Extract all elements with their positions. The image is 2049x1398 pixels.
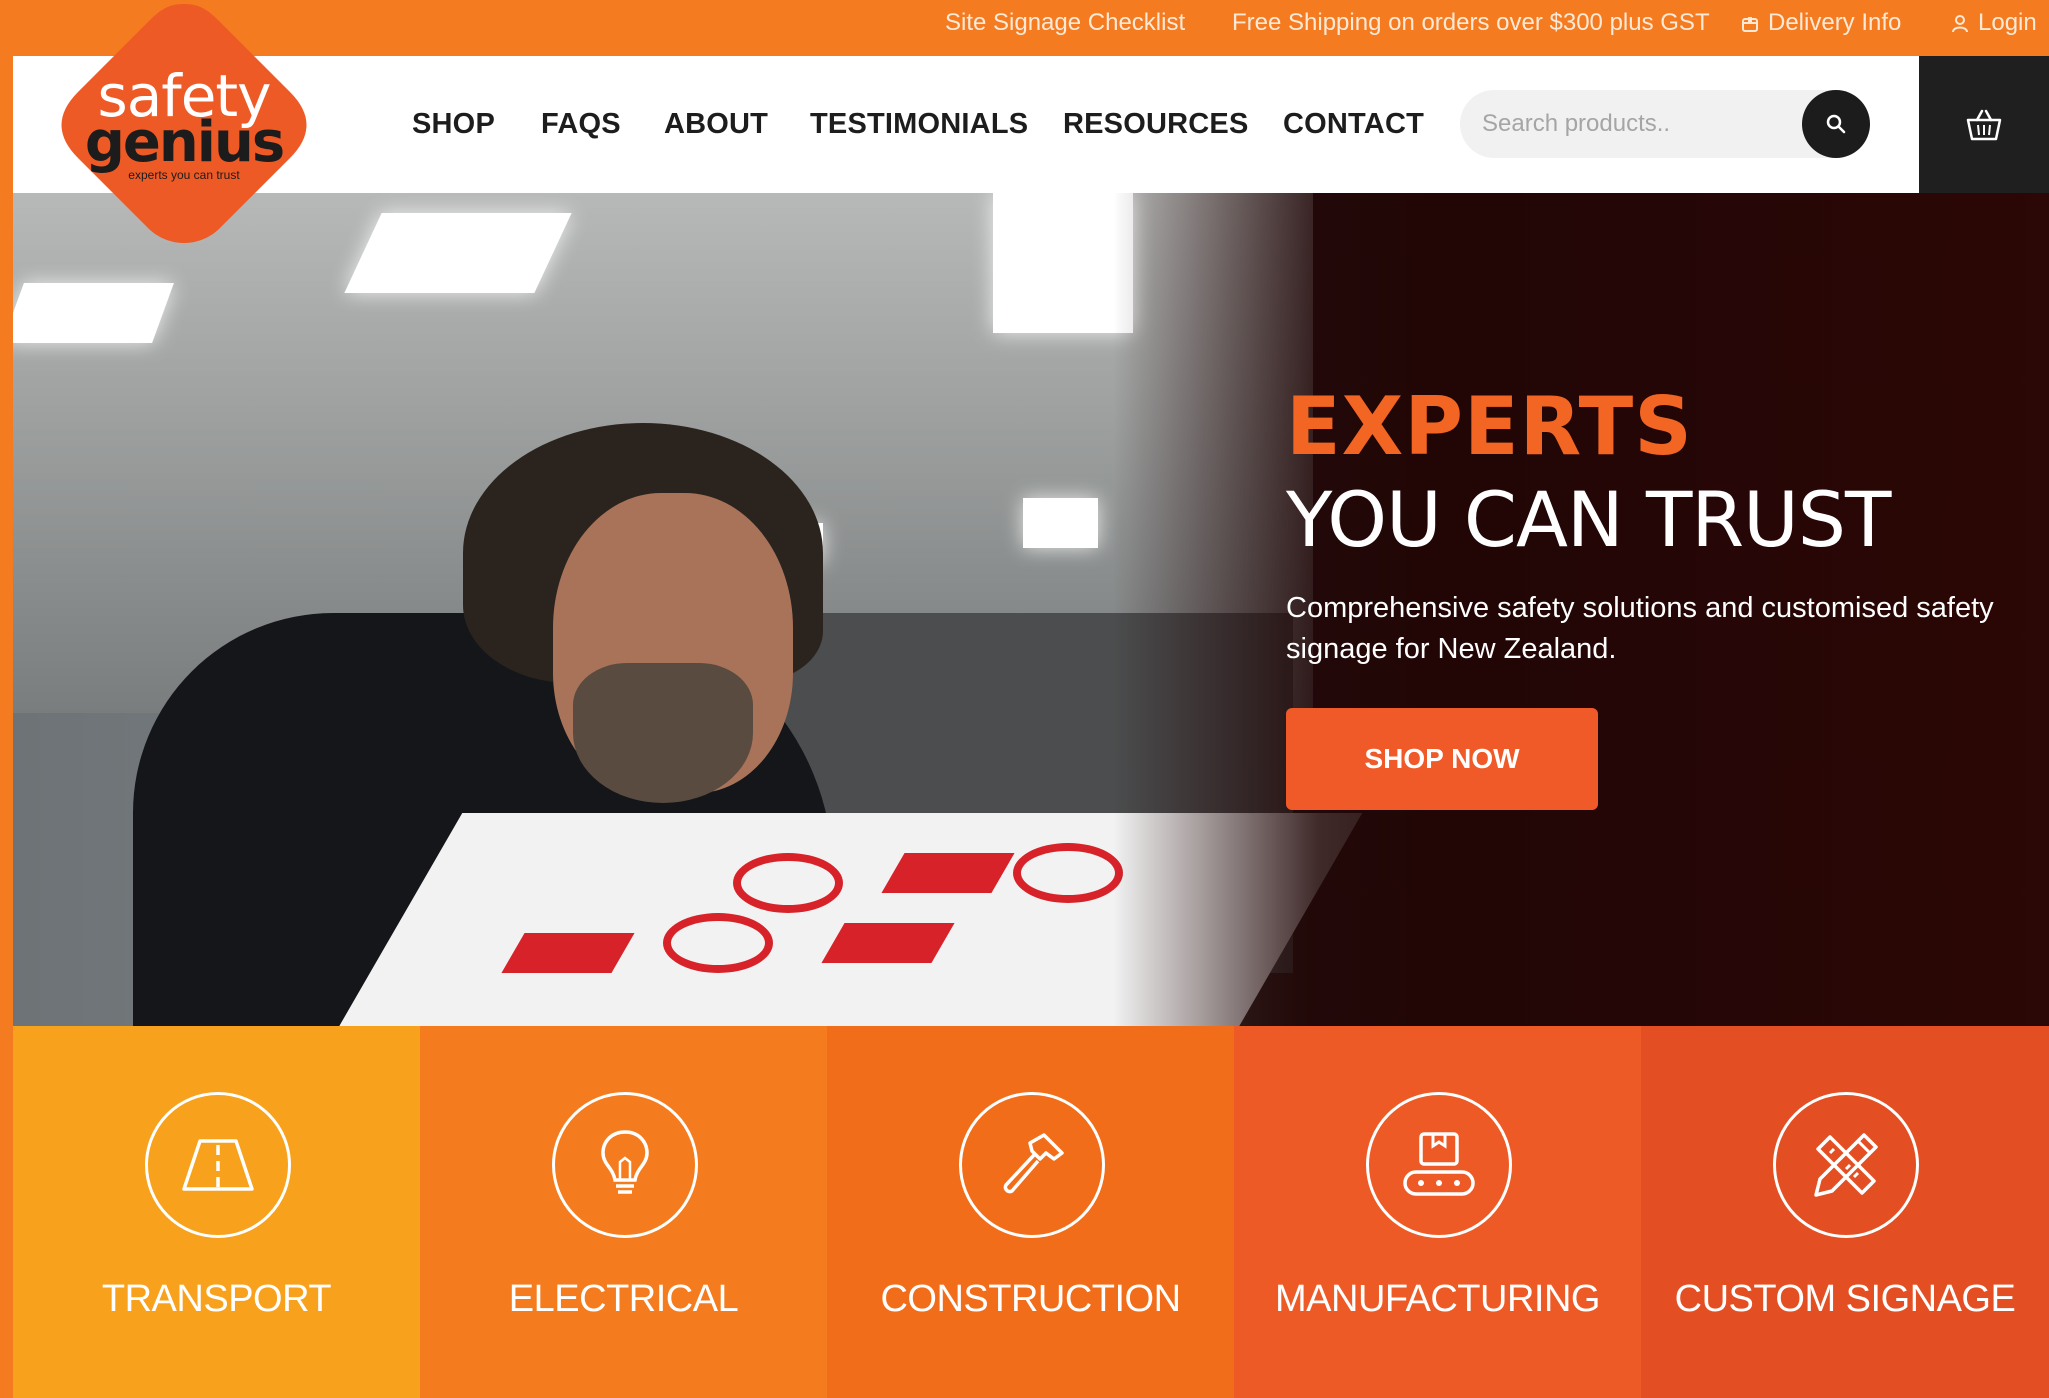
hero-photo-sign <box>1013 843 1123 903</box>
login-label: Login <box>1978 9 2037 36</box>
category-label: MANUFACTURING <box>1275 1278 1600 1320</box>
nav-faqs[interactable]: FAQS <box>541 104 621 144</box>
hero-photo-light <box>993 193 1133 333</box>
nav-shop[interactable]: SHOP <box>412 104 495 144</box>
conveyor-icon <box>1366 1092 1512 1238</box>
category-tile-manufacturing[interactable]: MANUFACTURING <box>1234 1026 1641 1398</box>
hero-photo-sign <box>663 913 773 973</box>
site-logo[interactable]: safety genius experts you can trust <box>50 0 318 250</box>
category-tiles: TRANSPORT ELECTRICAL CONSTRUCTION MANUFA… <box>13 1026 2049 1398</box>
category-tile-construction[interactable]: CONSTRUCTION <box>827 1026 1234 1398</box>
delivery-info-label: Delivery Info <box>1768 9 1902 36</box>
hero-photo-beard <box>573 663 753 803</box>
category-tile-custom-signage[interactable]: CUSTOM SIGNAGE <box>1641 1026 2049 1398</box>
nav-about[interactable]: ABOUT <box>664 104 768 144</box>
logo-tagline: experts you can trust <box>128 168 240 182</box>
nav-resources[interactable]: RESOURCES <box>1063 104 1249 144</box>
lightbulb-icon <box>552 1092 698 1238</box>
logo-word-genius: genius <box>84 110 285 175</box>
shop-now-button[interactable]: SHOP NOW <box>1286 708 1598 810</box>
search-icon <box>1826 114 1846 134</box>
hero-description: Comprehensive safety solutions and custo… <box>1286 592 1994 665</box>
nav-contact[interactable]: CONTACT <box>1283 104 1424 144</box>
delivery-box-icon <box>1742 16 1758 32</box>
category-label: ELECTRICAL <box>508 1278 739 1320</box>
hammer-icon <box>959 1092 1105 1238</box>
basket-icon <box>1966 109 2002 140</box>
login-link[interactable]: Login <box>1950 8 2037 38</box>
hero-headline-trust: YOU CAN TRUST <box>1286 475 1891 564</box>
hero-photo-light <box>1023 498 1098 548</box>
category-tile-transport[interactable]: TRANSPORT <box>13 1026 420 1398</box>
nav-testimonials[interactable]: TESTIMONIALS <box>810 104 1028 144</box>
category-label: CONSTRUCTION <box>880 1278 1181 1320</box>
category-label: TRANSPORT <box>101 1278 332 1320</box>
user-icon <box>1952 14 1968 32</box>
delivery-info-link[interactable]: Delivery Info <box>1740 8 1901 38</box>
hero-photo-sign <box>821 923 955 963</box>
hero-photo-sign <box>881 853 1015 893</box>
category-label: CUSTOM SIGNAGE <box>1674 1278 2016 1320</box>
category-tile-electrical[interactable]: ELECTRICAL <box>420 1026 827 1398</box>
pencil-ruler-icon <box>1773 1092 1919 1238</box>
free-shipping-notice: Free Shipping on orders over $300 plus G… <box>1232 9 1710 36</box>
hero-photo-sign <box>733 853 843 913</box>
hero-photo-light <box>344 213 572 293</box>
search-input[interactable] <box>1482 104 1782 144</box>
search-button[interactable] <box>1802 90 1870 158</box>
hero-photo-sign <box>501 933 635 973</box>
site-signage-checklist-link[interactable]: Site Signage Checklist <box>945 8 1185 38</box>
cart-button[interactable] <box>1919 56 2049 193</box>
hero-photo-light <box>13 283 174 343</box>
hero-headline-experts: EXPERTS <box>1286 380 1693 473</box>
road-icon <box>145 1092 291 1238</box>
